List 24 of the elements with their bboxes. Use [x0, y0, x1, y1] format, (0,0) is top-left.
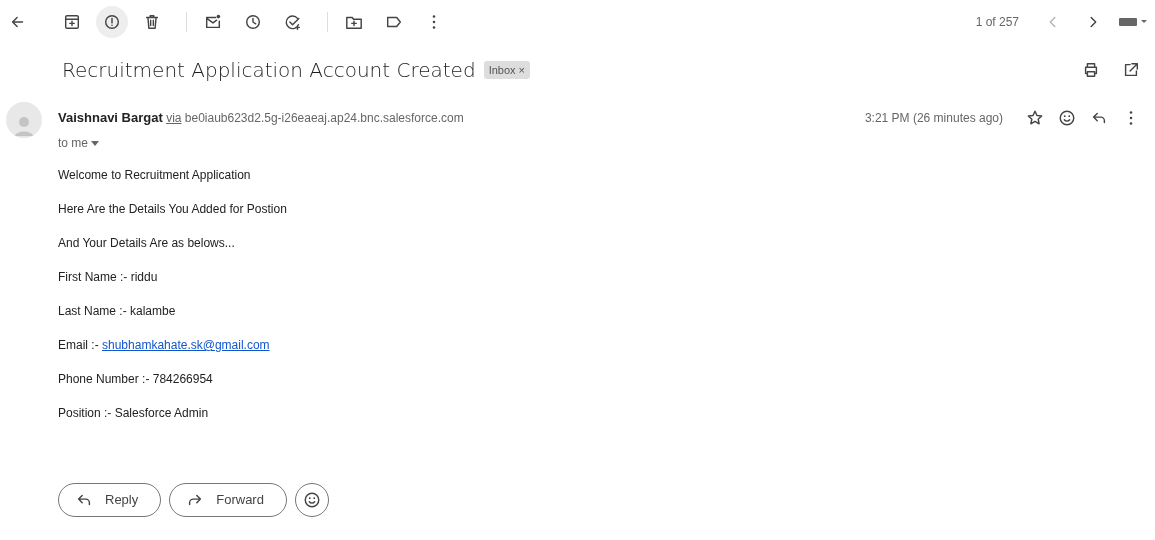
forward-button[interactable]: Forward	[169, 483, 287, 517]
inbox-label[interactable]: Inbox ×	[483, 60, 530, 80]
avatar-icon	[6, 102, 42, 138]
via-link[interactable]: via	[166, 111, 182, 126]
page-counter: 1 of 257	[975, 14, 1019, 31]
body-text: Email :- shubhamkahate.sk@gmail.com	[58, 338, 271, 352]
emoji-button[interactable]	[294, 483, 329, 517]
message-time: 3:21 PM (26 minutes ago)	[864, 110, 1003, 127]
recipient-toggle[interactable]: to me	[58, 136, 88, 150]
caret-icon[interactable]	[91, 141, 100, 147]
sender-domain: be0iaub623d2.5g-i26eaeaj.ap24.bnc.salesforce.com	[184, 111, 464, 126]
body-text: And Your Details Are as belows...	[58, 236, 236, 250]
email-subject: Recruitment Application Account Created	[62, 57, 476, 84]
exclamation-icon[interactable]	[96, 6, 128, 38]
body-text: Welcome to Recruitment Application	[58, 168, 252, 182]
body-text: Last Name :- kalambe	[58, 304, 177, 318]
sender-name: Vaishnavi Bargat	[58, 110, 163, 126]
reply-button[interactable]: Reply	[58, 483, 162, 517]
emoji-icon	[302, 491, 321, 509]
body-text: First Name :- riddu	[58, 270, 159, 284]
body-text: Here Are the Details You Added for Postion	[58, 202, 288, 216]
body-text: Phone Number :- 784266954	[58, 372, 214, 386]
email-link[interactable]: shubhamkahate.sk@gmail.com	[102, 338, 270, 352]
body-text: Position :- Salesforce Admin	[58, 406, 210, 420]
